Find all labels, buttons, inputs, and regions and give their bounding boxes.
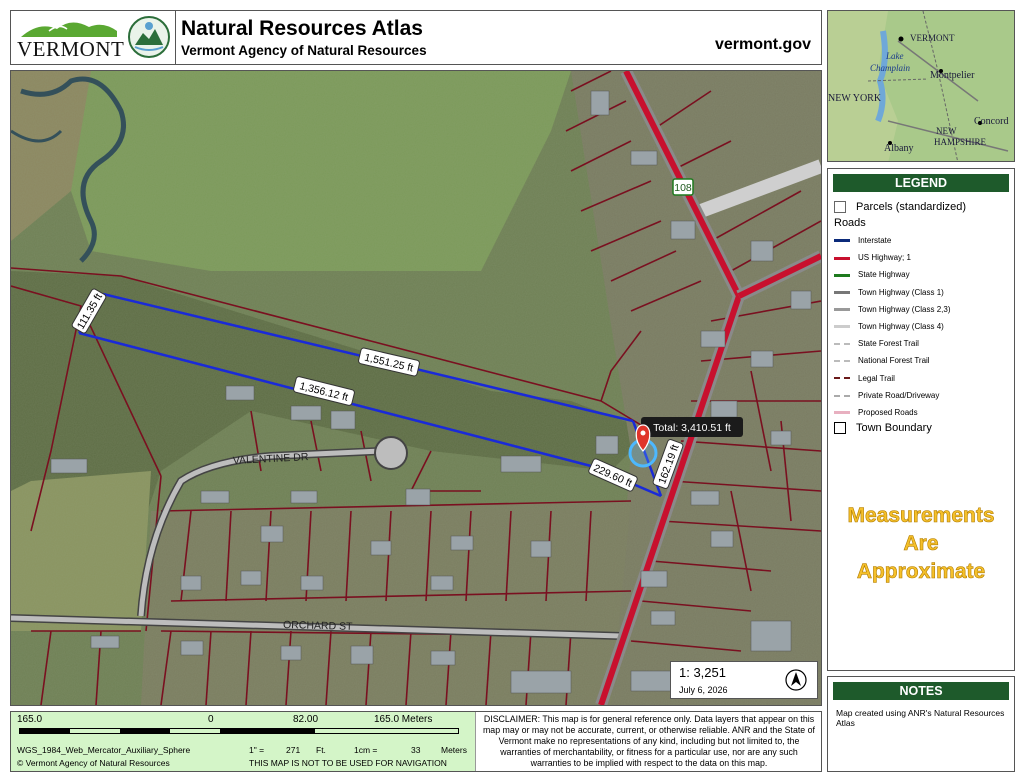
overview-map[interactable]: VERMONT Lake Champlain Montpelier NEW YO… (827, 10, 1015, 162)
page-title: Natural Resources Atlas (181, 17, 423, 40)
measurement-warning: Measurements Are Approximate (847, 504, 995, 584)
total-measure-label: Total: 3,410.51 ft (653, 422, 731, 434)
overview-label-concord: Concord (974, 116, 1008, 127)
legend-road-item: Town Highway (Class 4) (834, 319, 944, 335)
road-symbol (834, 343, 850, 346)
map-canvas[interactable]: 108 VALENTINE DR ORCHARD ST 111.35 ft 1,… (10, 70, 822, 706)
legend-road-item: Town Highway (Class 2,3) (834, 302, 950, 318)
notes-title: NOTES (833, 682, 1009, 700)
overview-label-lake: Lake (885, 51, 904, 61)
legend-road-item: State Forest Trail (834, 336, 919, 352)
road-symbol (834, 273, 850, 277)
cm-label: 1cm = (354, 745, 378, 755)
legend-roads-heading: Roads (834, 217, 866, 229)
road-label: Legal Trail (858, 373, 895, 383)
road-label: Private Road/Driveway (858, 390, 940, 400)
overview-label-montpelier: Montpelier (930, 70, 975, 81)
road-label: Proposed Roads (858, 408, 918, 417)
scale-label-right: 165.0 Meters (374, 714, 433, 725)
agency-subtitle: Vermont Agency of Natural Resources (181, 43, 427, 58)
legend-road-item: Town Highway (Class 1) (834, 285, 944, 301)
legend-road-item: State Highway (834, 267, 910, 283)
scale-bar (19, 728, 459, 734)
scale-label-zero: 0 (208, 714, 214, 725)
scale-label-mid: 82.00 (293, 714, 319, 725)
overview-label-vermont: VERMONT (910, 33, 955, 43)
notes-panel: NOTES Map created using ANR's Natural Re… (827, 676, 1015, 772)
north-arrow-icon (785, 669, 807, 691)
scale-panel: 165.0 0 82.00 165.0 Meters WGS_1984_Web_… (11, 712, 476, 771)
road-symbol (834, 360, 850, 363)
legend-town-boundary: Town Boundary (834, 420, 932, 436)
site-link[interactable]: vermont.gov (715, 36, 811, 54)
map-scale-box: 1: 3,251 July 6, 2026 (670, 661, 818, 699)
navigation-warning: THIS MAP IS NOT TO BE USED FOR NAVIGATIO… (249, 758, 447, 768)
town-boundary-swatch (834, 422, 846, 435)
legend-road-item: Proposed Roads (834, 405, 918, 421)
legend-road-item: Private Road/Driveway (834, 388, 939, 404)
legend-title: LEGEND (833, 174, 1009, 192)
road-symbol (834, 377, 850, 380)
road-label: Town Highway (Class 2,3) (858, 304, 951, 314)
inch-label: 1" = (249, 745, 265, 755)
anr-seal-icon (128, 16, 170, 58)
map-header: VERMONT Natural Resources Atlas Vermont … (10, 10, 822, 65)
street-label-orchard: ORCHARD ST (283, 619, 353, 633)
overview-label-new-york: NEW YORK (828, 93, 882, 104)
logo-area: VERMONT (11, 11, 176, 64)
cm-unit: Meters (441, 745, 467, 755)
legend-panel: LEGEND Parcels (standardized) Roads Inte… (827, 168, 1015, 671)
disclaimer: DISCLAIMER: This map is for general refe… (482, 714, 815, 768)
road-label: Interstate (858, 236, 892, 245)
road-symbol (834, 290, 850, 294)
vermont-logo-text: VERMONT (17, 37, 125, 61)
road-symbol (834, 394, 850, 397)
cm-value: 33 (411, 745, 421, 755)
parcels-swatch (834, 201, 846, 214)
road-symbol (834, 239, 850, 243)
road-symbol (834, 411, 850, 415)
road-label: State Highway (858, 270, 910, 280)
inch-unit: Ft. (316, 745, 326, 755)
road-symbol (834, 308, 850, 312)
road-label: Town Highway (Class 1) (858, 287, 944, 297)
overview-label-champlain: Champlain (870, 63, 911, 73)
vermont-mountain-logo (21, 22, 117, 37)
legend-road-item: Legal Trail (834, 371, 895, 387)
copyright: © Vermont Agency of Natural Resources (17, 758, 170, 768)
scale-ratio: 1: 3,251 (679, 665, 726, 680)
legend-road-item: National Forest Trail (834, 353, 930, 369)
legend-road-item: Interstate (834, 233, 891, 249)
road-label: US Highway; 1 (858, 253, 911, 263)
notes-text: Map created using ANR's Natural Resource… (836, 708, 1005, 728)
map-date: July 6, 2026 (679, 685, 728, 695)
road-symbol (834, 325, 850, 329)
overview-label-albany: Albany (884, 143, 913, 154)
inch-value: 271 (286, 745, 301, 755)
scale-label-left: 165.0 (17, 714, 43, 725)
projection-label: WGS_1984_Web_Mercator_Auxiliary_Sphere (17, 745, 191, 755)
legend-road-item: US Highway; 1 (834, 250, 911, 266)
map-footer: 165.0 0 82.00 165.0 Meters WGS_1984_Web_… (10, 711, 822, 772)
road-symbol (834, 256, 850, 260)
route-shield-label: 108 (674, 182, 692, 194)
road-label: State Forest Trail (858, 339, 919, 349)
overview-label-new: NEW (936, 126, 957, 136)
road-label: Town Highway (Class 4) (858, 322, 944, 331)
legend-parcels: Parcels (standardized) (834, 199, 966, 215)
overview-label-hampshire: HAMPSHIRE (934, 137, 987, 147)
road-label: National Forest Trail (858, 356, 930, 366)
